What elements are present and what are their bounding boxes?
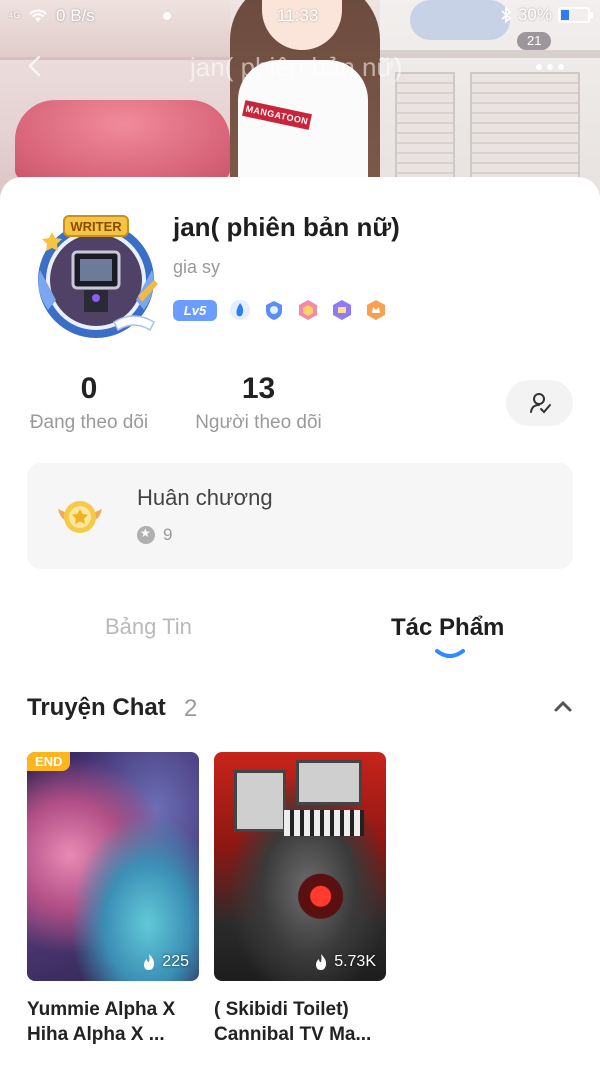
status-dot-icon bbox=[162, 12, 171, 20]
cover-art-screen bbox=[296, 760, 362, 805]
shield-badge-icon[interactable] bbox=[263, 299, 285, 321]
network-speed: 0 B/s bbox=[56, 6, 95, 25]
clock: 11:33 bbox=[277, 6, 319, 25]
avatar-badge-text: WRITER bbox=[70, 219, 122, 234]
follow-button[interactable] bbox=[506, 380, 573, 426]
followers-label: Người theo dõi bbox=[195, 412, 322, 433]
shelf-decor bbox=[380, 50, 600, 58]
section-count: 2 bbox=[184, 695, 198, 722]
section-title: Truyện Chat bbox=[27, 694, 166, 721]
badge-row: Lv5 bbox=[173, 299, 387, 321]
active-tab-indicator bbox=[435, 649, 465, 658]
signal-icon: ⁴ᴳ bbox=[8, 8, 21, 24]
work-cover[interactable]: END 225 bbox=[27, 752, 199, 981]
banner-title: jan( phiên bản nữ) bbox=[190, 52, 403, 82]
view-count: 5.73K bbox=[313, 953, 376, 971]
level-badge[interactable]: Lv5 bbox=[173, 299, 217, 321]
profile-sheet: WRITER jan( phiên bản nữ) gia sy Lv5 0 Đ… bbox=[0, 177, 600, 1067]
view-count-value: 225 bbox=[162, 953, 189, 970]
following-label: Đang theo dõi bbox=[29, 412, 149, 433]
work-title[interactable]: Yummie Alpha X Hiha Alpha X ... bbox=[27, 997, 199, 1047]
crown-badge-icon[interactable] bbox=[365, 299, 387, 321]
wifi-icon bbox=[29, 9, 47, 22]
shutter-decor bbox=[395, 72, 455, 182]
user-bio: gia sy bbox=[173, 257, 221, 277]
medals-title: Huân chương bbox=[137, 485, 273, 510]
more-options-icon[interactable] bbox=[536, 60, 572, 74]
medal-count: 9 bbox=[163, 525, 173, 544]
medals-card[interactable]: Huân chương 9 bbox=[27, 463, 573, 569]
view-count-value: 5.73K bbox=[334, 953, 376, 970]
bluetooth-icon bbox=[501, 6, 512, 24]
end-tag: END bbox=[27, 752, 71, 771]
tab-works[interactable]: Tác Phẩm bbox=[391, 614, 504, 642]
battery-percent: 30% bbox=[517, 5, 552, 24]
followers-stat[interactable]: 13 Người theo dõi bbox=[191, 372, 326, 434]
work-card[interactable]: 5.73K ( Skibidi Toilet) Cannibal TV Ma..… bbox=[214, 752, 386, 1047]
flame-icon bbox=[316, 954, 327, 970]
work-card[interactable]: END 225 Yummie Alpha X Hiha Alpha X ... bbox=[27, 752, 199, 1047]
hexagon-badge-icon[interactable] bbox=[297, 299, 319, 321]
back-arrow-icon[interactable] bbox=[24, 54, 48, 78]
star-coin-icon bbox=[137, 526, 155, 544]
cover-art-jaw bbox=[284, 810, 364, 836]
flame-icon bbox=[144, 954, 155, 970]
username: jan( phiên bản nữ) bbox=[173, 212, 400, 242]
work-cover[interactable]: 5.73K bbox=[214, 752, 386, 981]
following-stat[interactable]: 0 Đang theo dõi bbox=[26, 372, 152, 434]
work-title[interactable]: ( Skibidi Toilet) Cannibal TV Ma... bbox=[214, 997, 386, 1047]
ottoman-decor bbox=[15, 100, 230, 180]
battery-icon bbox=[558, 7, 593, 23]
medal-icon bbox=[58, 501, 102, 533]
add-friend-icon bbox=[529, 393, 551, 414]
notification-badge[interactable]: 21 bbox=[517, 32, 552, 50]
medal-count-row: 9 bbox=[137, 525, 172, 545]
flame-badge-icon[interactable] bbox=[229, 299, 251, 321]
chevron-up-icon[interactable] bbox=[553, 699, 573, 713]
view-count: 225 bbox=[141, 953, 189, 971]
following-count: 0 bbox=[80, 372, 98, 405]
gem-badge-icon[interactable] bbox=[331, 299, 353, 321]
avatar[interactable]: WRITER bbox=[30, 210, 162, 342]
followers-count: 13 bbox=[241, 372, 276, 405]
shutter-decor bbox=[470, 72, 580, 182]
status-bar: ⁴ᴳ 0 B/s 11:33 30% bbox=[0, 0, 600, 32]
tab-news-feed[interactable]: Bảng Tin bbox=[105, 614, 192, 640]
cover-art-screen bbox=[234, 770, 286, 832]
